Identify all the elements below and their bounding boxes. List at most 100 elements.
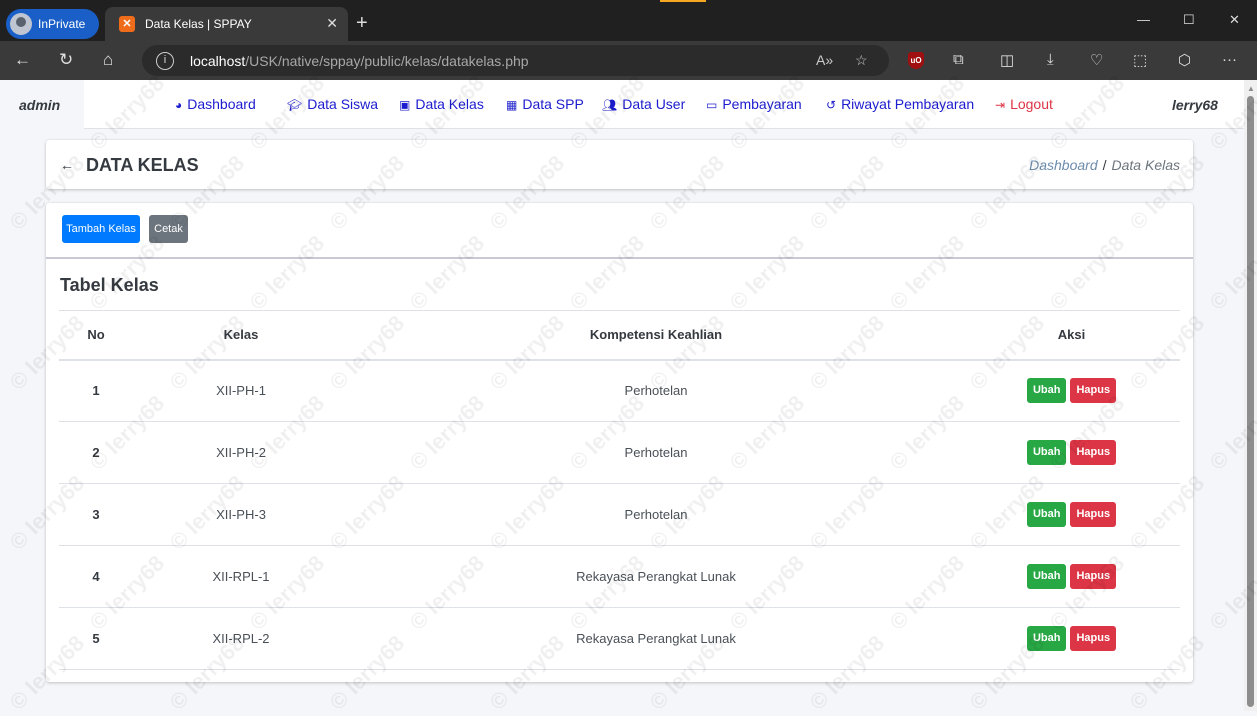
- hapus-button[interactable]: Hapus: [1070, 440, 1117, 465]
- close-window-icon[interactable]: ✕: [1229, 12, 1240, 28]
- nav-pembayaran-label: Pembayaran: [722, 96, 802, 112]
- page-header-card: ← DATA KELAS Dashboard / Data Kelas: [46, 140, 1193, 189]
- table-row: 3 XII-PH-3 Perhotelan Ubah Hapus: [59, 483, 1180, 546]
- cell-kelas: XII-PH-1: [133, 359, 349, 422]
- nav-data-spp[interactable]: ▦ Data SPP: [506, 96, 584, 112]
- read-aloud-icon[interactable]: A»: [816, 52, 833, 68]
- cell-aksi: Ubah Hapus: [963, 421, 1180, 484]
- column-header-aksi: Aksi: [963, 310, 1180, 361]
- cell-kelas: XII-PH-2: [133, 421, 349, 484]
- cell-aksi: Ubah Hapus: [963, 607, 1180, 670]
- ubah-button[interactable]: Ubah: [1026, 440, 1067, 465]
- hapus-button[interactable]: Hapus: [1070, 378, 1117, 404]
- hapus-button[interactable]: Hapus: [1070, 564, 1117, 589]
- admin-label: admin: [0, 80, 84, 129]
- cell-kompetensi: Rekayasa Perangkat Lunak: [349, 607, 963, 670]
- back-icon[interactable]: ←: [14, 50, 31, 70]
- split-screen-icon[interactable]: ◫: [1000, 51, 1014, 69]
- extensions-icon[interactable]: ⧉: [953, 51, 964, 68]
- graduation-cap-icon: 🎓︎: [287, 98, 303, 112]
- cell-kompetensi: Rekayasa Perangkat Lunak: [349, 545, 963, 608]
- inprivate-label: InPrivate: [38, 17, 86, 31]
- tab-title: Data Kelas | SPPAY: [145, 17, 252, 31]
- browser-tab[interactable]: ✕ Data Kelas | SPPAY ✕: [105, 7, 348, 41]
- ublock-extension-icon[interactable]: uO: [908, 52, 924, 69]
- nav-data-user[interactable]: 👥︎ Data User: [602, 96, 685, 112]
- breadcrumb-home[interactable]: Dashboard: [1029, 157, 1098, 173]
- cell-no: 5: [59, 607, 133, 670]
- cetak-button[interactable]: Cetak: [149, 215, 188, 243]
- id-badge-icon: ▣: [399, 98, 411, 112]
- ubah-button[interactable]: Ubah: [1026, 378, 1067, 404]
- url-path: /USK/native/sppay/public/kelas/datakelas…: [245, 52, 529, 69]
- address-bar[interactable]: i localhost/USK/native/sppay/public/kela…: [142, 45, 889, 76]
- tambah-kelas-button[interactable]: Tambah Kelas: [62, 215, 140, 243]
- url-host: localhost: [190, 52, 246, 69]
- ubah-button[interactable]: Ubah: [1026, 502, 1067, 527]
- nav-riwayat-pembayaran[interactable]: ↺ Riwayat Pembayaran: [826, 96, 974, 112]
- table-row: 2 XII-PH-2 Perhotelan Ubah Hapus: [59, 421, 1180, 484]
- money-bill-icon: ▭: [706, 98, 718, 112]
- site-info-icon[interactable]: i: [156, 51, 174, 70]
- home-icon[interactable]: ⌂: [103, 50, 113, 70]
- more-menu-icon[interactable]: ···: [1222, 51, 1237, 68]
- table-row: 4 XII-RPL-1 Rekayasa Perangkat Lunak Ubah Ha…: [59, 545, 1180, 608]
- scroll-up-icon[interactable]: ▲: [1247, 84, 1255, 93]
- profile-icon: [10, 13, 32, 35]
- ubah-button[interactable]: Ubah: [1026, 626, 1067, 651]
- cell-aksi: Ubah Hapus: [963, 545, 1180, 608]
- page-scrollbar[interactable]: ▲: [1244, 80, 1257, 711]
- nav-data-user-label: Data User: [622, 96, 686, 112]
- copilot-icon[interactable]: ⬡: [1178, 51, 1191, 69]
- current-user-label: lerry68: [1172, 97, 1218, 113]
- browser-essentials-icon[interactable]: ♡: [1090, 51, 1103, 69]
- cell-aksi: Ubah Hapus: [963, 483, 1180, 546]
- minimize-icon[interactable]: —: [1137, 12, 1150, 27]
- ubah-button[interactable]: Ubah: [1026, 564, 1067, 589]
- table-icon: ▦: [506, 98, 518, 112]
- page-title: DATA KELAS: [86, 155, 199, 175]
- table-row: 5 XII-RPL-2 Rekayasa Perangkat Lunak Ubah Ha…: [59, 607, 1180, 670]
- breadcrumb: Dashboard / Data Kelas: [1029, 157, 1180, 173]
- nav-logout[interactable]: ⇥ Logout: [995, 96, 1053, 112]
- cell-aksi: Ubah Hapus: [963, 359, 1180, 422]
- nav-data-kelas[interactable]: ▣ Data Kelas: [399, 96, 484, 112]
- breadcrumb-separator: /: [1102, 157, 1107, 173]
- column-header-no: No: [59, 310, 133, 361]
- downloads-icon[interactable]: ⤓: [1047, 51, 1054, 68]
- nav-data-siswa-label: Data Siswa: [307, 96, 379, 112]
- close-tab-icon[interactable]: ✕: [326, 15, 338, 32]
- refresh-icon[interactable]: ↻: [59, 50, 73, 70]
- hapus-button[interactable]: Hapus: [1070, 502, 1117, 527]
- new-tab-icon[interactable]: +: [356, 12, 368, 35]
- tab-indicator: [660, 0, 706, 2]
- nav-riwayat-label: Riwayat Pembayaran: [841, 96, 975, 112]
- back-arrow-icon[interactable]: ←: [60, 157, 74, 173]
- column-header-kelas: Kelas: [133, 310, 349, 361]
- browser-toolbar: ← ↻ ⌂ i localhost/USK/native/sppay/publi…: [0, 41, 1257, 80]
- history-icon: ↺: [826, 98, 837, 112]
- nav-pembayaran[interactable]: ▭ Pembayaran: [706, 96, 802, 112]
- maximize-icon[interactable]: ☐: [1183, 12, 1195, 28]
- nav-data-kelas-label: Data Kelas: [415, 96, 484, 112]
- nav-data-spp-label: Data SPP: [522, 96, 584, 112]
- browser-tabstrip: InPrivate ✕ Data Kelas | SPPAY ✕ + — ☐ ✕: [0, 0, 1257, 41]
- screenshot-icon[interactable]: ⬚: [1133, 51, 1147, 69]
- hapus-button[interactable]: Hapus: [1070, 626, 1117, 651]
- cell-kompetensi: Perhotelan: [349, 359, 963, 422]
- cell-no: 3: [59, 483, 133, 546]
- breadcrumb-current: Data Kelas: [1111, 157, 1180, 173]
- column-header-kompetensi: Kompetensi Keahlian: [349, 310, 963, 361]
- cell-no: 2: [59, 421, 133, 484]
- cell-no: 4: [59, 545, 133, 608]
- nav-logout-label: Logout: [1010, 96, 1053, 112]
- inprivate-button[interactable]: InPrivate: [6, 9, 99, 39]
- cell-kompetensi: Perhotelan: [349, 421, 963, 484]
- favorite-star-icon[interactable]: ☆: [855, 52, 868, 69]
- nav-dashboard[interactable]: ◕ Dashboard: [175, 96, 256, 112]
- scrollbar-thumb[interactable]: [1247, 96, 1254, 707]
- users-icon: 👥︎: [602, 98, 618, 112]
- card-toolbar: Tambah Kelas Cetak: [46, 203, 1193, 259]
- logout-icon: ⇥: [995, 98, 1006, 112]
- nav-data-siswa[interactable]: 🎓︎ Data Siswa: [287, 96, 378, 112]
